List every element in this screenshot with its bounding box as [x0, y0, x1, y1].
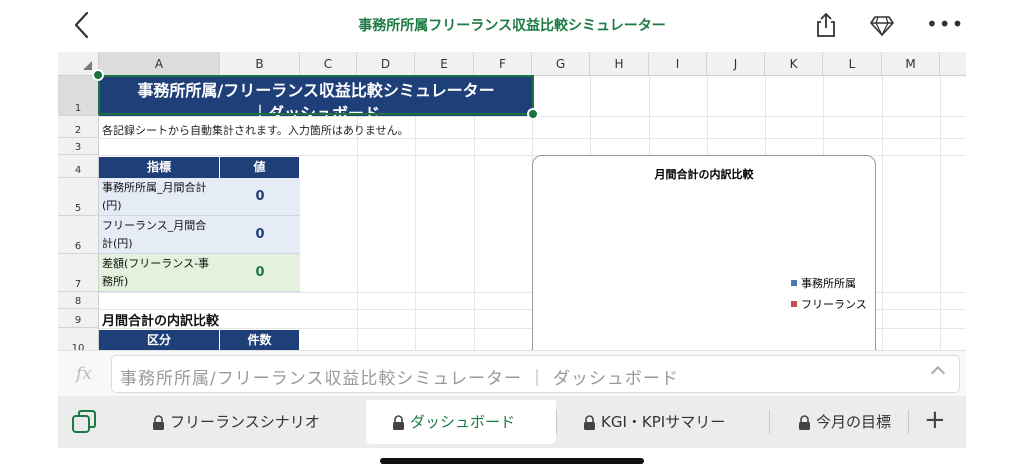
selection-handle-bottom-right[interactable]: [527, 108, 539, 120]
tab-label: KGI・KPIサマリー: [601, 413, 726, 431]
table-header-value: 値: [220, 157, 300, 178]
legend-item-office: 事務所所属: [791, 275, 856, 291]
column-header-d[interactable]: D: [357, 52, 415, 76]
table2-header-count: 件数: [220, 330, 300, 350]
lock-icon: [393, 414, 404, 430]
row-header-1[interactable]: 1: [58, 76, 99, 116]
column-header-h[interactable]: H: [590, 52, 649, 76]
tab-dashboard[interactable]: ダッシュボード: [366, 400, 556, 444]
row-header-3[interactable]: 3: [58, 138, 99, 155]
formula-input[interactable]: 事務所所属/フリーランス収益比較シミュレーター ｜ ダッシュボード: [111, 355, 960, 393]
row-header-2[interactable]: 2: [58, 116, 99, 138]
difference-value[interactable]: 0: [220, 254, 300, 292]
table-header-indicator: 指標: [99, 157, 220, 178]
column-header-k[interactable]: K: [765, 52, 823, 76]
column-header-j[interactable]: J: [707, 52, 765, 76]
top-navigation-bar: 事務所所属フリーランス収益比較シミュレーター •••: [0, 0, 1024, 50]
freelance-monthly-total-label: フリーランス_月間合計(円): [99, 216, 220, 254]
row-header-6[interactable]: 6: [58, 216, 99, 254]
row-header-5[interactable]: 5: [58, 178, 99, 216]
column-header-a[interactable]: A: [99, 52, 220, 76]
legend-swatch-office: [791, 280, 797, 286]
tab-label: フリーランスシナリオ: [170, 413, 320, 431]
share-icon[interactable]: [813, 12, 839, 38]
office-monthly-total-label: 事務所所属_月間合計(円): [99, 178, 220, 216]
selection-handle-top-left[interactable]: [92, 69, 104, 81]
lock-icon: [153, 414, 164, 430]
cell-selection-box: [98, 75, 534, 115]
row-header-7[interactable]: 7: [58, 254, 99, 292]
sheets-list-icon[interactable]: [71, 409, 97, 435]
row-header-9[interactable]: 9: [58, 309, 99, 328]
diamond-icon[interactable]: [869, 12, 895, 38]
column-header-b[interactable]: B: [220, 52, 300, 76]
formula-bar: fx 事務所所属/フリーランス収益比較シミュレーター ｜ ダッシュボード: [58, 350, 966, 396]
legend-item-freelance: フリーランス: [791, 296, 867, 312]
tab-label: 今月の目標: [816, 413, 892, 431]
fx-icon: fx: [76, 364, 92, 384]
tab-freelance-scenario[interactable]: フリーランスシナリオ: [128, 400, 366, 444]
formula-content: 事務所所属/フリーランス収益比較シミュレーター ｜ ダッシュボード: [120, 369, 679, 389]
home-indicator: [380, 458, 644, 464]
row-header-8[interactable]: 8: [58, 292, 99, 309]
grid-line: [99, 138, 966, 139]
lock-icon: [799, 414, 810, 430]
tab-kgi-kpi-summary[interactable]: KGI・KPIサマリー: [557, 400, 769, 444]
column-header-i[interactable]: I: [649, 52, 707, 76]
tab-monthly-goal[interactable]: 今月の目標: [770, 400, 900, 444]
freelance-monthly-total-value[interactable]: 0: [220, 216, 300, 254]
breakdown-chart[interactable]: 月間合計の内訳比較 事務所所属 フリーランス: [532, 155, 876, 350]
column-header-m[interactable]: M: [882, 52, 940, 76]
row-header-4[interactable]: 4: [58, 155, 99, 178]
table2-header-category: 区分: [99, 330, 220, 350]
add-sheet-button[interactable]: +: [924, 407, 946, 433]
auto-aggregate-note: 各記録シートから自動集計されます。入力箇所はありません。: [102, 124, 409, 137]
legend-swatch-freelance: [791, 301, 797, 307]
chart-title: 月間合計の内訳比較: [654, 168, 754, 181]
breakdown-section-title: 月間合計の内訳比較: [102, 314, 220, 329]
column-header-g[interactable]: G: [532, 52, 590, 76]
chevron-left-icon[interactable]: [70, 10, 94, 40]
column-header-c[interactable]: C: [300, 52, 357, 76]
chevron-up-icon[interactable]: [930, 365, 946, 381]
tab-divider: [908, 410, 909, 434]
column-header-n[interactable]: N: [940, 52, 966, 76]
sheet-tab-bar: フリーランスシナリオ ダッシュボード KGI・KPIサマリー 今月の目標 +: [58, 396, 966, 448]
office-monthly-total-value[interactable]: 0: [220, 178, 300, 216]
column-header-l[interactable]: L: [823, 52, 882, 76]
excel-app: 事務所所属フリーランス収益比較シミュレーター ••• A B C D E F G…: [0, 0, 1024, 473]
more-options-button[interactable]: •••: [926, 14, 964, 34]
spreadsheet-grid[interactable]: A B C D E F G H I J K L M N 1 2 3 4 5 6 …: [58, 50, 966, 350]
row-header-10[interactable]: 10: [58, 328, 99, 350]
lock-icon: [584, 414, 595, 430]
column-header-e[interactable]: E: [415, 52, 474, 76]
tab-label: ダッシュボード: [410, 413, 516, 431]
difference-label: 差額(フリーランス-事務所): [99, 254, 220, 292]
document-title: 事務所所属フリーランス収益比較シミュレーター: [358, 18, 666, 34]
column-header-f[interactable]: F: [474, 52, 532, 76]
